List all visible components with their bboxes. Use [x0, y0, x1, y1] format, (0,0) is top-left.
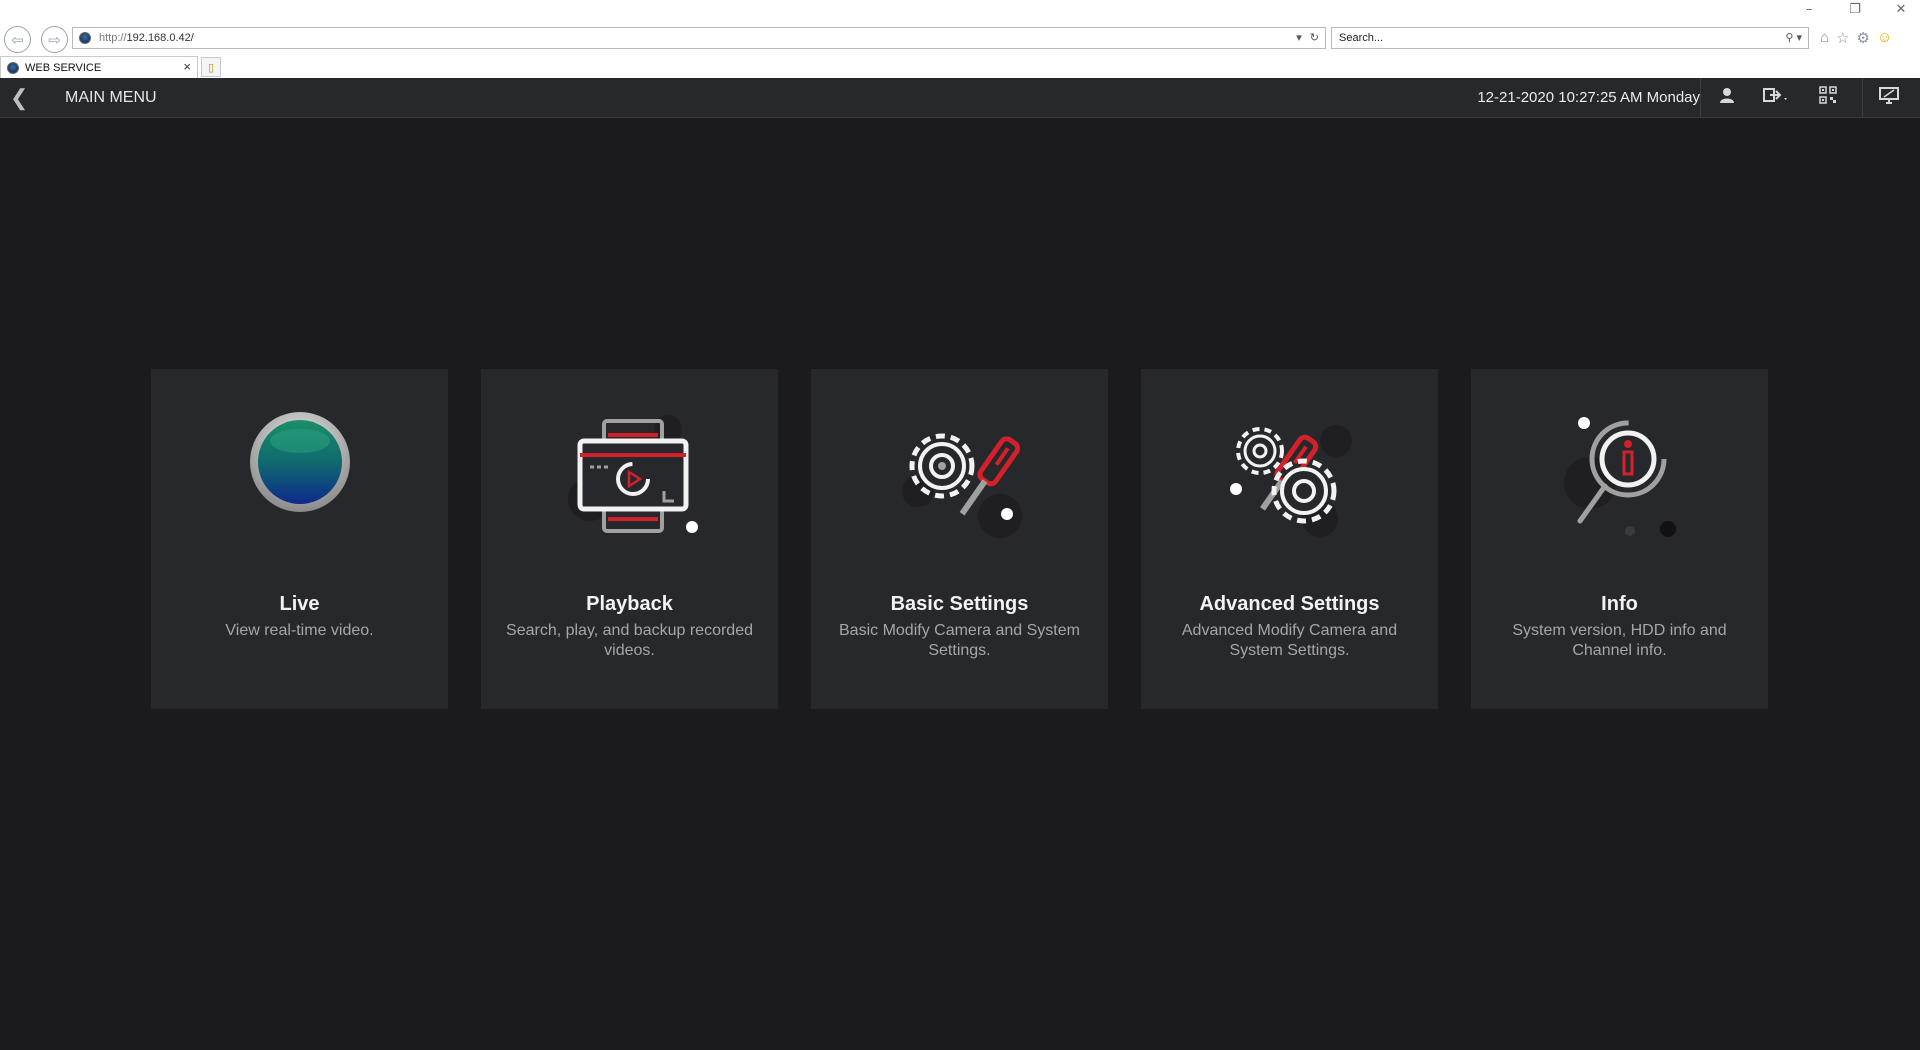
playback-icon	[481, 411, 778, 541]
minimize-icon[interactable]: –	[1800, 2, 1818, 17]
card-playback[interactable]: Playback Search, play, and backup record…	[481, 369, 778, 709]
page-title: MAIN MENU	[65, 89, 157, 106]
new-tab-icon[interactable]: ▯	[201, 57, 221, 77]
favorites-star-icon[interactable]: ☆	[1836, 29, 1849, 47]
tab-web-service[interactable]: WEB SERVICE ×	[0, 56, 198, 78]
refresh-icon[interactable]: ↻	[1310, 31, 1319, 44]
window-controls: – ❐ ✕	[1800, 2, 1910, 17]
address-dropdown-icon[interactable]: ▾	[1296, 31, 1302, 44]
tab-close-icon[interactable]: ×	[183, 59, 191, 74]
header-divider	[1700, 78, 1701, 118]
back-chevron-icon[interactable]: ❮	[10, 85, 28, 111]
site-favicon-icon	[79, 32, 91, 44]
card-description: View real-time video.	[225, 622, 374, 639]
card-title: Basic Settings	[890, 593, 1029, 615]
search-icon[interactable]: ⚲ ▾	[1785, 31, 1802, 44]
feedback-smiley-icon[interactable]: ☺	[1877, 29, 1892, 47]
display-monitor-icon[interactable]	[1879, 86, 1899, 104]
search-input[interactable]: Search... ⚲ ▾	[1331, 27, 1809, 49]
datetime-display: 12-21-2020 10:27:25 AM Monday	[1477, 89, 1700, 106]
card-description: Basic Modify Camera and System Settings.	[839, 622, 1080, 659]
card-description: Advanced Modify Camera and System Settin…	[1181, 622, 1398, 659]
logout-icon[interactable]	[1762, 86, 1790, 104]
tab-favicon-icon	[7, 61, 19, 74]
header-divider	[1862, 78, 1863, 118]
card-title: Info	[1601, 593, 1638, 615]
card-title: Advanced Settings	[1199, 593, 1380, 615]
advanced-settings-icon	[1141, 411, 1438, 541]
card-info[interactable]: Info System version, HDD info and Channe…	[1471, 369, 1768, 709]
search-placeholder: Search...	[1339, 32, 1384, 44]
url-host: 192.168.0.42/	[126, 32, 194, 44]
app-header: ❮ MAIN MENU 12-21-2020 10:27:25 AM Monda…	[0, 78, 1920, 118]
user-icon[interactable]	[1718, 86, 1736, 104]
card-title: Playback	[586, 593, 673, 615]
main-menu-cards: Live View real-time video. Playback Sear…	[151, 369, 1768, 709]
live-lens-icon	[151, 411, 448, 541]
browser-chrome: – ❐ ✕ ⇦ ⇨ http:// 192.168.0.42/ ▾ ↻ Sear…	[0, 0, 1920, 78]
close-window-icon[interactable]: ✕	[1892, 2, 1910, 17]
basic-settings-icon	[811, 411, 1108, 541]
qr-code-icon[interactable]	[1819, 86, 1837, 104]
card-description: System version, HDD info and Channel inf…	[1512, 622, 1727, 659]
forward-arrow-icon[interactable]: ⇨	[41, 26, 68, 53]
tab-row: WEB SERVICE × ▯	[0, 54, 1920, 78]
card-live[interactable]: Live View real-time video.	[151, 369, 448, 709]
home-icon[interactable]: ⌂	[1820, 29, 1829, 47]
card-title: Live	[279, 593, 320, 615]
address-bar[interactable]: http:// 192.168.0.42/ ▾ ↻	[72, 27, 1326, 49]
tab-title: WEB SERVICE	[25, 61, 102, 74]
settings-gear-icon[interactable]: ⚙	[1857, 29, 1870, 47]
card-description: Search, play, and backup recorded videos…	[506, 622, 753, 659]
url-prefix: http://	[99, 32, 127, 44]
card-basic-settings[interactable]: Basic Settings Basic Modify Camera and S…	[811, 369, 1108, 709]
info-icon	[1471, 411, 1768, 541]
restore-icon[interactable]: ❐	[1846, 2, 1864, 17]
navigation-row: ⇦ ⇨ http:// 192.168.0.42/ ▾ ↻ Search... …	[0, 24, 1920, 54]
browser-toolbar: ⌂ ☆ ⚙ ☺	[1820, 29, 1892, 47]
card-advanced-settings[interactable]: Advanced Settings Advanced Modify Camera…	[1141, 369, 1438, 709]
back-arrow-icon[interactable]: ⇦	[4, 26, 31, 53]
